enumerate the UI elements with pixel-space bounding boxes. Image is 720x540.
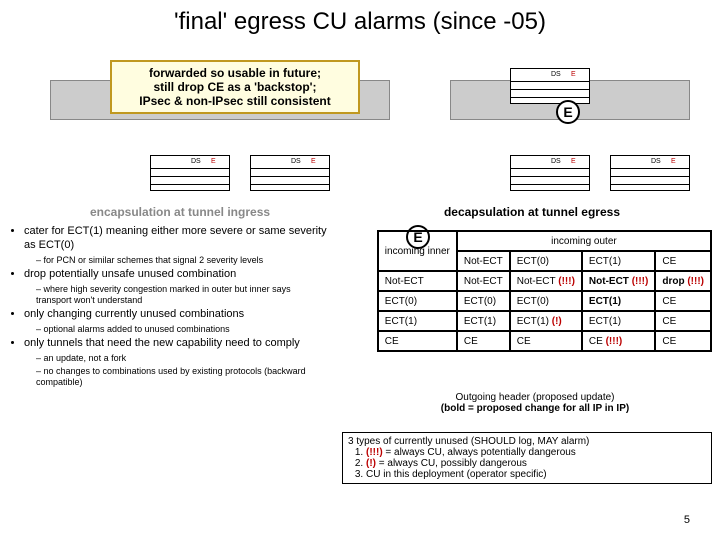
matrix-cell: ECT(1) [582,291,655,311]
ds-label: DS [551,71,561,78]
bullet-item: cater for ECT(1) meaning either more sev… [24,225,328,253]
header-box: DS E [610,155,690,191]
diagram-area: DS E DS E DS E DS E DS E [0,60,720,200]
matrix-cell: CE (!!!) [582,331,655,351]
bullet-item: only tunnels that need the new capabilit… [24,337,328,351]
matrix-cell: ECT(1) (!) [510,311,582,331]
ecn-label: E [311,158,316,165]
bullet-list: cater for ECT(1) meaning either more sev… [8,225,328,391]
matrix-cell: ECT(1) [457,311,510,331]
ecn-label: E [571,158,576,165]
matrix-cell: Not-ECT [457,271,510,291]
matrix-cell: CE [655,331,711,351]
ecn-label: E [211,158,216,165]
matrix-cell: CE [510,331,582,351]
decap-caption: decapsulation at tunnel egress [444,205,620,219]
callout-line: still drop CE as a 'backstop'; [118,80,352,94]
matrix-cell: ECT(1) [582,311,655,331]
sub-bullet: for PCN or similar schemes that signal 2… [36,255,328,266]
types-box: 3 types of currently unused (SHOULD log,… [342,432,712,484]
encap-caption: encapsulation at tunnel ingress [90,205,270,219]
types-list: (!!!) = always CU, always potentially da… [366,447,706,480]
ds-label: DS [191,158,201,165]
callout-line: forwarded so usable in future; [118,66,352,80]
page-number: 5 [684,514,690,526]
outgoing-caption: Outgoing header (proposed update) (bold … [380,392,690,414]
ds-label: DS [651,158,661,165]
ds-label: DS [551,158,561,165]
header-box: DS E [510,68,590,104]
types-header: 3 types of currently unused (SHOULD log,… [348,436,706,447]
bullet-item: drop potentially unsafe unused combinati… [24,268,328,282]
types-item: (!!!) = always CU, always potentially da… [366,447,706,458]
callout-box: forwarded so usable in future; still dro… [110,60,360,114]
out-line1: Outgoing header (proposed update) [380,392,690,403]
matrix-cell: ECT(0) [457,291,510,311]
matrix-cell: drop (!!!) [655,271,711,291]
matrix-cell: CE [655,291,711,311]
sub-bullet: where high severity congestion marked in… [36,284,328,307]
ds-label: DS [291,158,301,165]
ecn-label: E [671,158,676,165]
ecn-label: E [571,71,576,78]
e-circle-icon: E [556,100,580,124]
slide-title: 'final' egress CU alarms (since -05) [0,0,720,40]
matrix-cell: CE [457,331,510,351]
decap-matrix: incoming innerincoming outerNot-ECTECT(0… [377,230,712,352]
types-item: (!) = always CU, possibly dangerous [366,458,706,469]
out-line2: (bold = proposed change for all IP in IP… [380,403,690,414]
callout-line: IPsec & non-IPsec still consistent [118,94,352,108]
header-box: DS E [150,155,230,191]
matrix-cell: Not-ECT (!!!) [510,271,582,291]
bullet-item: only changing currently unused combinati… [24,308,328,322]
header-box: DS E [510,155,590,191]
matrix-cell: ECT(0) [510,291,582,311]
matrix-cell: CE [655,311,711,331]
types-item: CU in this deployment (operator specific… [366,469,706,480]
header-box: DS E [250,155,330,191]
sub-bullet: no changes to combinations used by exist… [36,366,328,389]
sub-bullet: optional alarms added to unused combinat… [36,324,328,335]
sub-bullet: an update, not a fork [36,353,328,364]
matrix-cell: Not-ECT (!!!) [582,271,655,291]
